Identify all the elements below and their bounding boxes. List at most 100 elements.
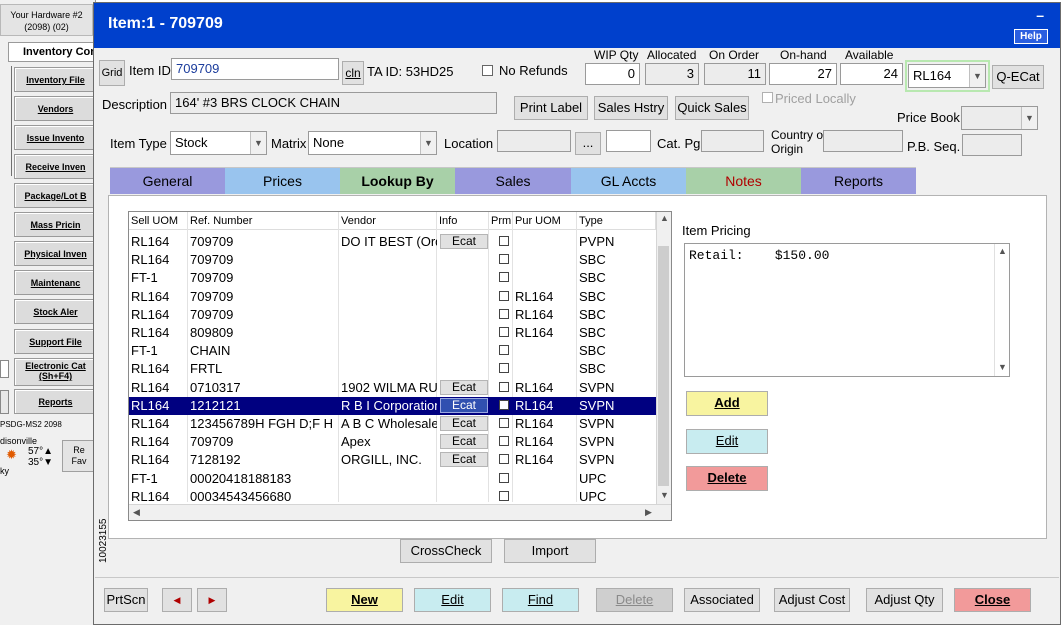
table-row[interactable]: RL164 809809 RL164 SBC [129,324,656,342]
q-ecat-button[interactable]: Q-ECat [992,65,1044,89]
tab-reports[interactable]: Reports [801,167,916,194]
prm-checkbox[interactable] [499,490,509,501]
ecat-button[interactable]: Ecat [440,416,488,431]
new-button[interactable]: New [326,588,403,612]
table-row[interactable]: RL164 709709 DO IT BEST (Ord Ecat PVPN [129,233,656,251]
chevron-left-icon[interactable]: ◀ [133,507,140,518]
nav-button[interactable]: Receive Inven [14,154,96,179]
item-pricing-textarea[interactable]: Retail: $150.00 ▲ ▼ [684,243,1010,377]
table-row[interactable]: RL164 FRTL SBC [129,360,656,378]
grid-column-header[interactable]: Prm [489,212,513,230]
help-button[interactable]: Help [1014,29,1048,44]
prm-checkbox[interactable] [499,345,509,356]
grid-column-header[interactable]: Ref. Number [188,212,339,230]
sales-history-button[interactable]: Sales Hstry [594,96,668,120]
table-row[interactable]: RL164 709709 SBC [129,251,656,269]
ecat-button[interactable]: Ecat [440,452,488,468]
grid-scroll-thumb[interactable] [658,246,669,486]
inventory-control-tab[interactable]: Inventory Cor [8,42,96,62]
grid-column-header[interactable]: Type [577,212,656,230]
table-row[interactable]: RL164 709709 RL164 SBC [129,306,656,324]
prm-checkbox[interactable] [499,363,509,374]
prm-checkbox[interactable] [499,436,509,447]
priced-locally-checkbox[interactable] [762,92,773,103]
close-button[interactable]: Close [954,588,1031,612]
table-row[interactable]: FT-1 CHAIN SBC [129,342,656,360]
tab-gl-accts[interactable]: GL Accts [571,167,686,194]
prm-checkbox[interactable] [499,236,509,246]
nav-button[interactable]: Physical Inven [14,241,96,266]
ecat-button[interactable]: Ecat [440,379,488,395]
no-refunds-checkbox[interactable] [482,65,493,76]
matrix-select[interactable]: None ▼ [308,131,437,155]
country-of-origin-input[interactable] [823,130,903,152]
prm-checkbox[interactable] [499,399,509,410]
nav-button[interactable]: Package/Lot B [14,183,96,208]
table-row[interactable]: RL164 123456789H FGH D;F H A B C Wholesale… [129,415,656,433]
table-row[interactable]: RL164 709709 Apex Ecat RL164 SVPN [129,433,656,451]
associated-button[interactable]: Associated [684,588,760,612]
tab-prices[interactable]: Prices [225,167,340,194]
prm-checkbox[interactable] [499,472,509,483]
ecat-button[interactable]: Ecat [440,397,488,413]
chevron-down-icon[interactable]: ▼ [998,362,1007,372]
pb-seq-input[interactable] [962,134,1022,156]
table-row[interactable]: RL164 709709 RL164 SBC [129,288,656,306]
crosscheck-button[interactable]: CrossCheck [400,539,492,563]
prm-checkbox[interactable] [499,327,509,337]
table-row[interactable]: FT-1 709709 SBC [129,269,656,287]
ecat-button[interactable]: Ecat [440,234,488,249]
edit-lookup-button[interactable]: Edit [686,429,768,454]
nav-button[interactable]: Mass Pricin [14,212,96,237]
nav-button[interactable]: Reports [14,389,96,414]
delete-button[interactable]: Delete [596,588,673,612]
tab-notes[interactable]: Notes [686,167,801,194]
prm-checkbox[interactable] [499,381,509,392]
minimize-button[interactable]: – [1036,7,1044,23]
import-button[interactable]: Import [504,539,596,563]
prm-checkbox[interactable] [499,418,509,428]
item-type-select[interactable]: Stock ▼ [170,131,267,155]
cat-pg-input[interactable] [701,130,764,152]
favorites-button[interactable]: Re Fav [62,440,96,472]
prm-checkbox[interactable] [499,454,509,465]
chevron-right-icon[interactable]: ▶ [645,507,652,518]
nav-button[interactable]: Inventory File [14,67,96,92]
item-id-input[interactable]: 709709 [171,58,339,80]
grid-column-header[interactable]: Sell UOM [129,212,188,230]
nav-button[interactable]: Electronic Cat (Sh+F4) [14,358,96,386]
chevron-up-icon[interactable]: ▲ [660,213,669,223]
delete-lookup-button[interactable]: Delete [686,466,768,491]
nav-button[interactable]: Issue Invento [14,125,96,150]
location-sub-input[interactable] [606,130,651,152]
tab-lookup-by[interactable]: Lookup By [340,167,455,194]
print-label-button[interactable]: Print Label [514,96,588,120]
chevron-down-icon[interactable]: ▼ [660,490,669,500]
adjust-cost-button[interactable]: Adjust Cost [774,588,850,612]
nav-button[interactable]: Maintenanc [14,270,96,295]
adjust-qty-button[interactable]: Adjust Qty [866,588,943,612]
description-input[interactable]: 164' #3 BRS CLOCK CHAIN [170,92,497,114]
grid-button[interactable]: Grid [99,60,125,86]
nav-button[interactable]: Stock Aler [14,299,96,324]
location-input[interactable] [497,130,571,152]
pricing-scrollbar[interactable]: ▲ ▼ [994,244,1009,376]
tab-sales[interactable]: Sales [455,167,571,194]
tab-general[interactable]: General [110,167,225,194]
table-row[interactable]: RL164 0710317 1902 WILMA RUE Ecat RL164 SVPN [129,379,656,397]
edit-button[interactable]: Edit [414,588,491,612]
ecat-button[interactable]: Ecat [440,434,488,450]
price-book-select[interactable]: ▼ [961,106,1038,130]
prm-checkbox[interactable] [499,254,509,265]
nav-button[interactable]: Vendors [14,96,96,121]
uom-select[interactable]: RL164 ▼ [908,64,986,88]
prm-checkbox[interactable] [499,272,509,283]
table-row[interactable]: RL164 1212121 R B I Corporation Ecat RL164 SV… [129,396,656,415]
table-row[interactable]: RL164 7128192 ORGILL, INC. Ecat RL164 SVPN [129,451,656,469]
grid-column-header[interactable]: Vendor [339,212,437,230]
print-screen-button[interactable]: PrtScn [104,588,148,612]
table-row[interactable]: FT-1 00020418188183 UPC [129,470,656,488]
prm-checkbox[interactable] [499,308,509,319]
nav-button[interactable]: Support File [14,329,96,354]
location-browse-button[interactable]: ... [575,132,601,155]
